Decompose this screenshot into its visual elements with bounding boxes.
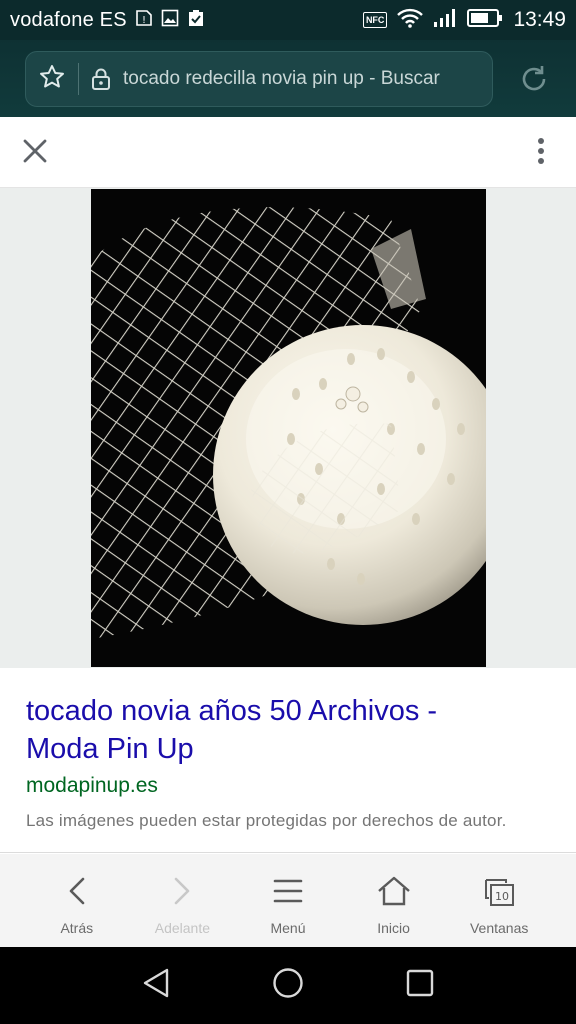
nav-forward-button[interactable]: Adelante: [134, 854, 230, 947]
windows-icon: 10: [482, 874, 516, 908]
forward-arrow-icon: [165, 874, 199, 908]
system-back-button[interactable]: [136, 966, 176, 1006]
nav-windows-label: Ventanas: [469, 920, 529, 936]
status-bar: vodafone ES ! NFC 13:49: [0, 0, 576, 40]
windows-count: 10: [495, 890, 509, 903]
reload-button[interactable]: [512, 61, 556, 101]
nfc-icon: NFC: [362, 12, 388, 28]
svg-text:!: !: [142, 15, 146, 26]
result-info: tocado novia años 50 Archivos - Moda Pin…: [0, 668, 576, 853]
bookmark-button[interactable]: [26, 51, 78, 107]
result-image[interactable]: [91, 189, 486, 667]
result-title-line2: Moda Pin Up: [26, 733, 194, 765]
result-domain[interactable]: modapinup.es: [26, 774, 158, 798]
system-nav-bar: [0, 947, 576, 1024]
image-notification-icon: [161, 9, 179, 32]
copyright-note: Las imágenes pueden estar protegidas por…: [26, 811, 507, 830]
url-text[interactable]: tocado redecilla novia pin up - Buscar: [123, 68, 440, 90]
result-title-link[interactable]: tocado novia años 50 Archivos - Moda Pin…: [26, 692, 546, 768]
clock: 13:49: [513, 8, 566, 31]
star-icon: [39, 64, 65, 95]
nav-home-label: Inicio: [377, 920, 410, 936]
system-home-button[interactable]: [268, 966, 308, 1006]
nav-back-button[interactable]: Atrás: [29, 854, 125, 947]
signal-icon: [433, 8, 457, 33]
hat-veil-illustration: [91, 189, 486, 667]
back-triangle-icon: [141, 967, 171, 1004]
more-vert-icon: [536, 137, 546, 170]
carrier-name: vodafone ES: [10, 8, 127, 31]
result-title-line1: tocado novia años 50 Archivos -: [26, 695, 438, 727]
image-viewer-toolbar: [0, 117, 576, 188]
close-icon: [22, 138, 48, 169]
nav-home-button[interactable]: Inicio: [346, 854, 442, 947]
home-circle-icon: [272, 967, 304, 1004]
recents-square-icon: [405, 968, 435, 1003]
image-area: [0, 188, 576, 668]
wifi-icon: [397, 8, 424, 33]
nav-back-label: Atrás: [60, 920, 94, 936]
system-recents-button[interactable]: [400, 966, 440, 1006]
nav-menu-label: Menú: [270, 920, 306, 936]
menu-icon: [271, 874, 305, 908]
home-icon: [377, 874, 411, 908]
more-options-button[interactable]: [520, 132, 562, 174]
nav-menu-button[interactable]: Menú: [240, 854, 336, 947]
address-bar-area: tocado redecilla novia pin up - Buscar: [0, 40, 576, 117]
address-bar[interactable]: tocado redecilla novia pin up - Buscar: [25, 51, 493, 107]
no-sim-warning-icon: !: [135, 9, 153, 32]
back-arrow-icon: [60, 874, 94, 908]
close-button[interactable]: [14, 132, 56, 174]
battery-icon: [467, 8, 503, 33]
status-left: vodafone ES !: [10, 9, 205, 32]
browser-bottom-nav: Atrás Adelante Menú Inicio 10 Ventanas: [0, 854, 576, 947]
lock-icon: [79, 68, 123, 90]
nav-windows-button[interactable]: 10 Ventanas: [451, 854, 547, 947]
status-right: NFC 13:49: [362, 8, 566, 33]
nav-forward-label: Adelante: [154, 920, 211, 936]
clipboard-check-icon: [187, 9, 205, 32]
reload-icon: [518, 63, 550, 100]
